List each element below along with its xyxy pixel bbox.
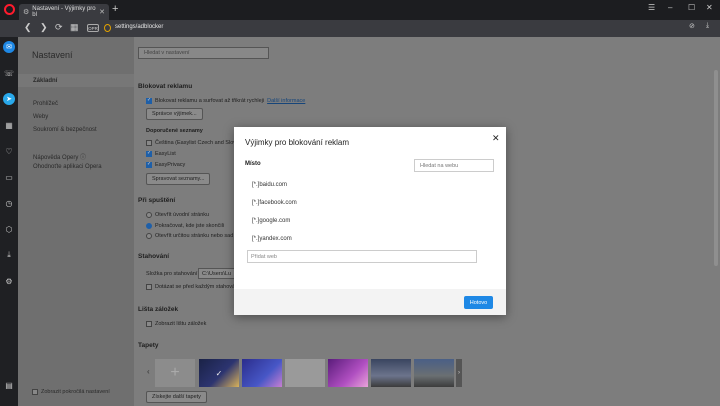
messenger-icon[interactable]: ✉ [3, 41, 15, 53]
extensions-icon[interactable]: ⬡ [3, 223, 15, 235]
list-item[interactable]: [*.]facebook.com [252, 200, 297, 206]
list-item[interactable]: EasyPrivacy [146, 161, 185, 168]
help-icon: ⓘ [80, 155, 87, 161]
manage-lists-button[interactable]: Spravovat seznamy... [146, 173, 211, 185]
page-title: Nastavení [32, 50, 73, 60]
wallpaper-thumbnail[interactable] [285, 359, 325, 387]
list-item[interactable]: [*.]yandex.com [252, 236, 292, 242]
adblock-icon[interactable]: ⊘ [689, 22, 695, 30]
sidebar: ✉ ☏ ➤ ▦ ♡ ▭ ◷ ⬡ ⤓ ⚙ ▤ [0, 37, 18, 406]
tab-title: Nastavení - Výjimky pro bl [32, 6, 96, 18]
wallpaper-thumbnail[interactable] [242, 359, 282, 387]
show-bookmarks-row[interactable]: Zobrazit lištu záložek [146, 321, 206, 327]
advanced-settings-toggle[interactable]: Zobrazit pokročilá nastavení [32, 389, 110, 395]
tab-close-icon[interactable]: ✕ [99, 8, 105, 16]
forward-icon[interactable]: ❯ [40, 22, 48, 33]
opera-badge-icon [104, 24, 111, 32]
download-folder-field[interactable]: C:\Users\Lu [198, 268, 238, 279]
list-checkbox[interactable] [146, 150, 152, 157]
nav-item-websites[interactable]: Weby [33, 114, 48, 120]
startup-option[interactable]: Otevřít úvodní stránku [146, 212, 209, 218]
url-chip: OPR [87, 24, 99, 32]
add-site-input[interactable]: Přidat web [247, 250, 477, 263]
adblock-checkbox[interactable] [146, 97, 152, 104]
downloads-section-title: Stahování [138, 253, 170, 260]
list-checkbox[interactable] [146, 161, 152, 168]
dialog-title: Výjimky pro blokování reklam [245, 138, 350, 147]
list-item[interactable]: EasyList [146, 150, 176, 157]
checkmark-icon: ✓ [215, 368, 223, 378]
nav-item-help[interactable]: Nápověda Opery ⓘ [33, 152, 86, 161]
wallpaper-thumbnail[interactable] [414, 359, 454, 387]
new-tab-button[interactable]: + [112, 3, 118, 15]
radio-button[interactable] [146, 223, 152, 229]
list-checkbox[interactable] [146, 140, 152, 146]
ask-checkbox[interactable] [146, 284, 152, 290]
gear-icon: ⚙ [23, 9, 30, 16]
back-icon[interactable]: ❮ [24, 22, 32, 33]
get-more-wallpapers-button[interactable]: Získejte další tapety [146, 391, 207, 403]
startup-option[interactable]: Otevřít určitou stránku nebo sad [146, 233, 233, 239]
bookmarks-checkbox[interactable] [146, 321, 152, 327]
adblock-toggle-row[interactable]: Blokovat reklamu a surfovat až třikrát r… [146, 97, 305, 104]
wallpaper-thumbnail[interactable]: ✓ [199, 359, 239, 387]
adblock-section-title: Blokovat reklamu [138, 83, 193, 90]
close-window-icon[interactable]: ✕ [706, 3, 713, 12]
downloads-icon[interactable]: ⤓ [3, 249, 15, 261]
url-field[interactable]: settings/adblocker [115, 24, 163, 30]
lists-title: Doporučené seznamy [146, 128, 203, 134]
maximize-icon[interactable]: ☐ [688, 3, 695, 12]
speed-dial-icon[interactable]: ▦ [70, 22, 79, 33]
heart-icon[interactable]: ♡ [3, 145, 15, 157]
adblock-exceptions-dialog: Výjimky pro blokování reklam ✕ Místo Hle… [234, 127, 506, 315]
tab-settings[interactable]: ⚙ Nastavení - Výjimky pro bl ✕ [19, 4, 109, 20]
reload-icon[interactable]: ⟳ [55, 22, 63, 33]
speed-dial-icon[interactable]: ▦ [3, 119, 15, 131]
manage-exceptions-button[interactable]: Správce výjimek... [146, 108, 203, 120]
list-item[interactable]: [*.]google.com [252, 218, 290, 224]
title-bar: ⚙ Nastavení - Výjimky pro bl ✕ + ☰ – ☐ ✕ [0, 0, 720, 20]
wallpaper-prev-icon[interactable]: ‹ [147, 367, 150, 376]
startup-section-title: Při spuštění [138, 197, 176, 204]
done-button[interactable]: Hotovo [464, 296, 493, 309]
wallpaper-next-icon[interactable]: › [456, 359, 462, 387]
history-icon[interactable]: ◷ [3, 197, 15, 209]
wallpaper-thumbnail[interactable] [371, 359, 411, 387]
tab-menu-icon[interactable]: ☰ [648, 3, 655, 12]
minimize-icon[interactable]: – [668, 3, 672, 12]
startup-option[interactable]: Pokračovat, kde jste skončili [146, 223, 224, 229]
site-search-input[interactable]: Hledat na webu [414, 159, 494, 172]
settings-icon[interactable]: ⚙ [3, 275, 15, 287]
advanced-checkbox[interactable] [32, 389, 38, 395]
column-header: Místo [245, 161, 261, 167]
ask-before-download-row[interactable]: Dotázat se před každým stahová [146, 284, 235, 290]
radio-button[interactable] [146, 233, 152, 239]
news-icon[interactable]: ▭ [3, 171, 15, 183]
download-icon[interactable]: ⤓ [706, 22, 709, 30]
nav-item-browser[interactable]: Prohlížeč [33, 101, 58, 107]
dialog-footer: Hotovo [234, 289, 506, 315]
wallpapers-section-title: Tapety [138, 342, 159, 349]
bookmarks-section-title: Lišta záložek [138, 306, 179, 313]
settings-search-input[interactable]: Hledat v nastavení [138, 47, 269, 59]
opera-logo-icon[interactable] [4, 4, 15, 15]
sidebar-toggle-icon[interactable]: ▤ [3, 379, 15, 391]
nav-item-privacy[interactable]: Soukromí & bezpečnost [33, 127, 97, 133]
wallpaper-thumbnail[interactable] [328, 359, 368, 387]
scrollbar[interactable] [714, 70, 718, 266]
add-wallpaper-button[interactable]: + [155, 359, 195, 387]
list-item[interactable]: Čeština (Easylist Czech and Slov [146, 140, 236, 146]
telegram-icon[interactable]: ➤ [3, 93, 15, 105]
more-info-link[interactable]: Další informace [267, 98, 305, 104]
close-icon[interactable]: ✕ [492, 133, 500, 144]
address-bar: ❮ ❯ ⟳ ▦ OPR settings/adblocker ⊘ ⤓ [0, 20, 720, 37]
list-item[interactable]: [*.]baidu.com [252, 182, 287, 188]
download-folder-label: Složka pro stahování [146, 271, 198, 277]
settings-nav: Nastavení Základní Prohlížeč Weby Soukro… [18, 37, 134, 406]
whatsapp-icon[interactable]: ☏ [3, 67, 15, 79]
nav-item-update[interactable]: Ohodnoťte aplikaci Opera [33, 164, 102, 170]
nav-item-basic[interactable]: Základní [18, 74, 134, 87]
radio-button[interactable] [146, 212, 152, 218]
